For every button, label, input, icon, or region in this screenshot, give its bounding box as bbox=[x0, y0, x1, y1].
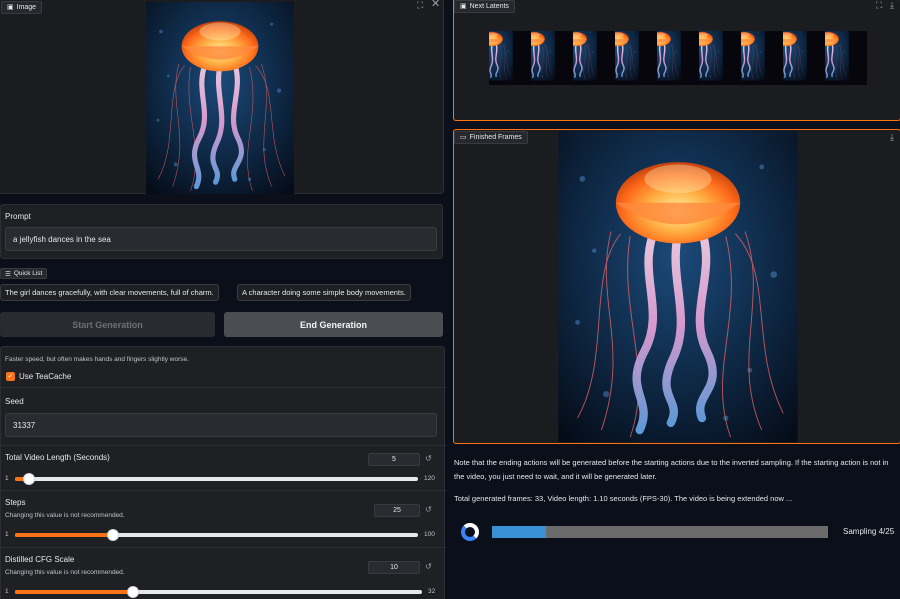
divider bbox=[1, 490, 446, 491]
cfg-note: Changing this value is not recommended. bbox=[5, 569, 125, 576]
divider bbox=[1, 547, 446, 548]
quick-list-item[interactable]: The girl dances gracefully, with clear m… bbox=[0, 284, 219, 301]
steps-min: 1 bbox=[5, 531, 9, 538]
inverted-sampling-note: Note that the ending actions will be gen… bbox=[454, 458, 889, 481]
reset-icon[interactable]: ↺ bbox=[425, 454, 432, 463]
spinner-icon bbox=[461, 523, 479, 541]
latent-frame bbox=[489, 31, 531, 85]
latent-frame bbox=[783, 31, 825, 85]
prompt-panel: Prompt a jellyfish dances in the sea bbox=[0, 204, 443, 259]
image-icon: ▣ bbox=[7, 4, 14, 11]
close-icon[interactable]: ✕ bbox=[431, 0, 440, 10]
source-image[interactable] bbox=[142, 2, 298, 194]
divider bbox=[1, 445, 446, 446]
image-icon: ▣ bbox=[460, 3, 467, 10]
seed-input[interactable]: 31337 bbox=[5, 413, 437, 437]
latent-frame bbox=[531, 31, 573, 85]
latent-frame bbox=[825, 31, 867, 85]
progress-fill bbox=[492, 526, 546, 538]
steps-slider[interactable] bbox=[15, 529, 418, 541]
latent-frame bbox=[741, 31, 783, 85]
quick-list-item[interactable]: A character doing some simple body movem… bbox=[237, 284, 411, 301]
steps-title: Steps bbox=[5, 498, 26, 507]
cfg-title: Distilled CFG Scale bbox=[5, 555, 75, 564]
slider-thumb[interactable] bbox=[106, 529, 119, 541]
finished-video[interactable] bbox=[557, 131, 799, 442]
cfg-number[interactable]: 10 bbox=[368, 561, 420, 574]
steps-note: Changing this value is not recommended. bbox=[5, 512, 125, 519]
slider-fill bbox=[15, 533, 113, 537]
latent-frame bbox=[699, 31, 741, 85]
latent-frame bbox=[573, 31, 615, 85]
download-icon[interactable]: ⤓ bbox=[890, 133, 894, 142]
latent-frame bbox=[657, 31, 699, 85]
next-latents-label: ▣ Next Latents bbox=[454, 0, 515, 13]
image-panel-label: ▣ Image bbox=[1, 1, 43, 14]
reset-icon[interactable]: ↺ bbox=[425, 505, 432, 514]
end-generation-button[interactable]: End Generation bbox=[224, 312, 443, 337]
video-length-min: 1 bbox=[5, 475, 9, 482]
video-length-number[interactable]: 5 bbox=[368, 453, 420, 466]
video-length-max: 120 bbox=[424, 475, 435, 482]
quick-list-label: ☰ Quick List bbox=[0, 268, 48, 279]
cfg-max: 32 bbox=[428, 588, 436, 595]
start-generation-button[interactable]: Start Generation bbox=[0, 312, 215, 337]
teacache-label: Use TeaCache bbox=[19, 372, 72, 381]
sampling-progress-bar bbox=[492, 526, 828, 538]
sampling-status: Sampling 4/25 bbox=[843, 527, 895, 536]
video-length-title: Total Video Length (Seconds) bbox=[5, 453, 110, 462]
steps-number[interactable]: 25 bbox=[374, 504, 420, 517]
teacache-note: Faster speed, but often makes hands and … bbox=[5, 356, 189, 363]
slider-thumb[interactable] bbox=[127, 586, 140, 598]
finished-frames-label: ▭ Finished Frames bbox=[454, 131, 528, 144]
download-icon[interactable]: ⤓ bbox=[890, 1, 894, 10]
slider-fill bbox=[15, 590, 134, 594]
generation-status: Total generated frames: 33, Video length… bbox=[454, 494, 793, 503]
settings-panel: Faster speed, but often makes hands and … bbox=[0, 346, 446, 599]
video-length-slider[interactable] bbox=[15, 473, 418, 485]
latent-strip bbox=[489, 31, 867, 85]
slider-thumb[interactable] bbox=[22, 473, 35, 485]
cfg-min: 1 bbox=[5, 588, 9, 595]
teacache-checkbox[interactable]: ✓ bbox=[6, 372, 15, 381]
prompt-input[interactable]: a jellyfish dances in the sea bbox=[5, 227, 437, 251]
seed-title: Seed bbox=[5, 397, 24, 406]
cfg-slider[interactable] bbox=[15, 586, 422, 598]
list-icon: ☰ bbox=[5, 270, 11, 278]
reset-icon[interactable]: ↺ bbox=[425, 562, 432, 571]
prompt-title: Prompt bbox=[5, 212, 31, 221]
divider bbox=[1, 387, 446, 388]
fullscreen-icon[interactable]: ⛶ bbox=[417, 1, 423, 10]
video-icon: ▭ bbox=[460, 134, 467, 141]
latent-frame bbox=[615, 31, 657, 85]
fullscreen-icon[interactable]: ⛶ bbox=[876, 1, 882, 10]
steps-max: 100 bbox=[424, 531, 435, 538]
